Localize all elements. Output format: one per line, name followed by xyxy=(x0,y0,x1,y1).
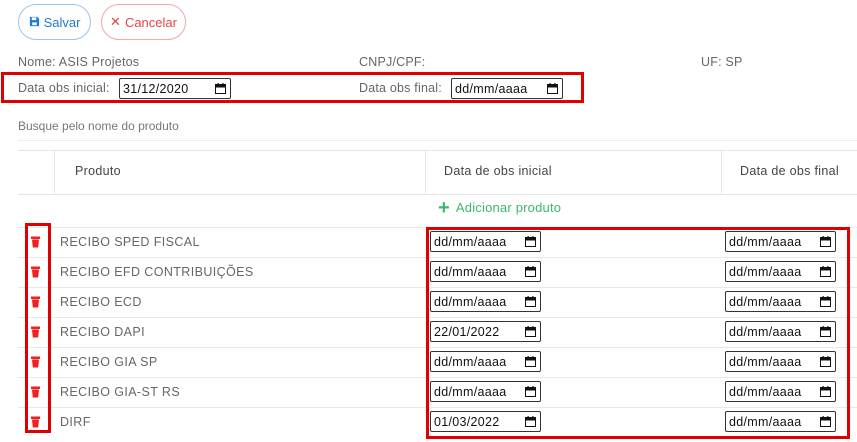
plus-icon: + xyxy=(438,196,450,219)
filter-final-label: Data obs final: xyxy=(359,81,442,95)
search-underline xyxy=(18,140,857,141)
search-input[interactable]: Busque pelo nome do produto xyxy=(18,119,179,133)
delete-column-highlight xyxy=(25,223,51,433)
client-uf: UF: SP xyxy=(701,55,743,69)
header-divider xyxy=(425,151,426,194)
header-divider xyxy=(721,151,722,194)
filter-final-value: dd/mm/aaaa xyxy=(455,81,528,96)
floppy-disk-icon xyxy=(29,15,40,30)
add-product-label: Adicionar produto xyxy=(455,200,562,215)
header-data-inicial: Data de obs inicial xyxy=(444,164,552,178)
product-name: RECIBO GIA SP xyxy=(60,355,158,369)
save-button[interactable]: Salvar xyxy=(18,4,91,40)
cancel-button[interactable]: ✕ Cancelar xyxy=(101,4,186,40)
close-icon: ✕ xyxy=(110,14,121,29)
product-name: RECIBO GIA-ST RS xyxy=(60,385,181,399)
save-label: Salvar xyxy=(43,14,81,30)
client-cnpj: CNPJ/CPF: xyxy=(359,55,426,69)
filter-inicial-value: 31/12/2020 xyxy=(123,81,189,96)
product-name: RECIBO EFD CONTRIBUIÇÕES xyxy=(60,265,254,279)
product-name: DIRF xyxy=(60,415,91,429)
add-product-button[interactable]: + Adicionar produto xyxy=(438,196,562,219)
table-header xyxy=(18,150,857,195)
product-name: RECIBO DAPI xyxy=(60,325,145,339)
header-data-final: Data de obs final xyxy=(740,164,839,178)
filter-inicial-label: Data obs inicial: xyxy=(18,81,110,95)
product-name: RECIBO SPED FISCAL xyxy=(60,235,200,249)
calendar-icon[interactable] xyxy=(547,83,558,94)
header-produto: Produto xyxy=(75,164,121,178)
filter-inicial-input[interactable]: 31/12/2020 xyxy=(119,78,231,99)
product-name: RECIBO ECD xyxy=(60,295,142,309)
dates-highlight-box xyxy=(426,227,850,439)
header-divider xyxy=(54,151,55,194)
cancel-label: Cancelar xyxy=(124,14,177,30)
filter-final-input[interactable]: dd/mm/aaaa xyxy=(451,78,563,99)
client-name: Nome: ASIS Projetos xyxy=(18,55,140,69)
calendar-icon[interactable] xyxy=(215,83,226,94)
